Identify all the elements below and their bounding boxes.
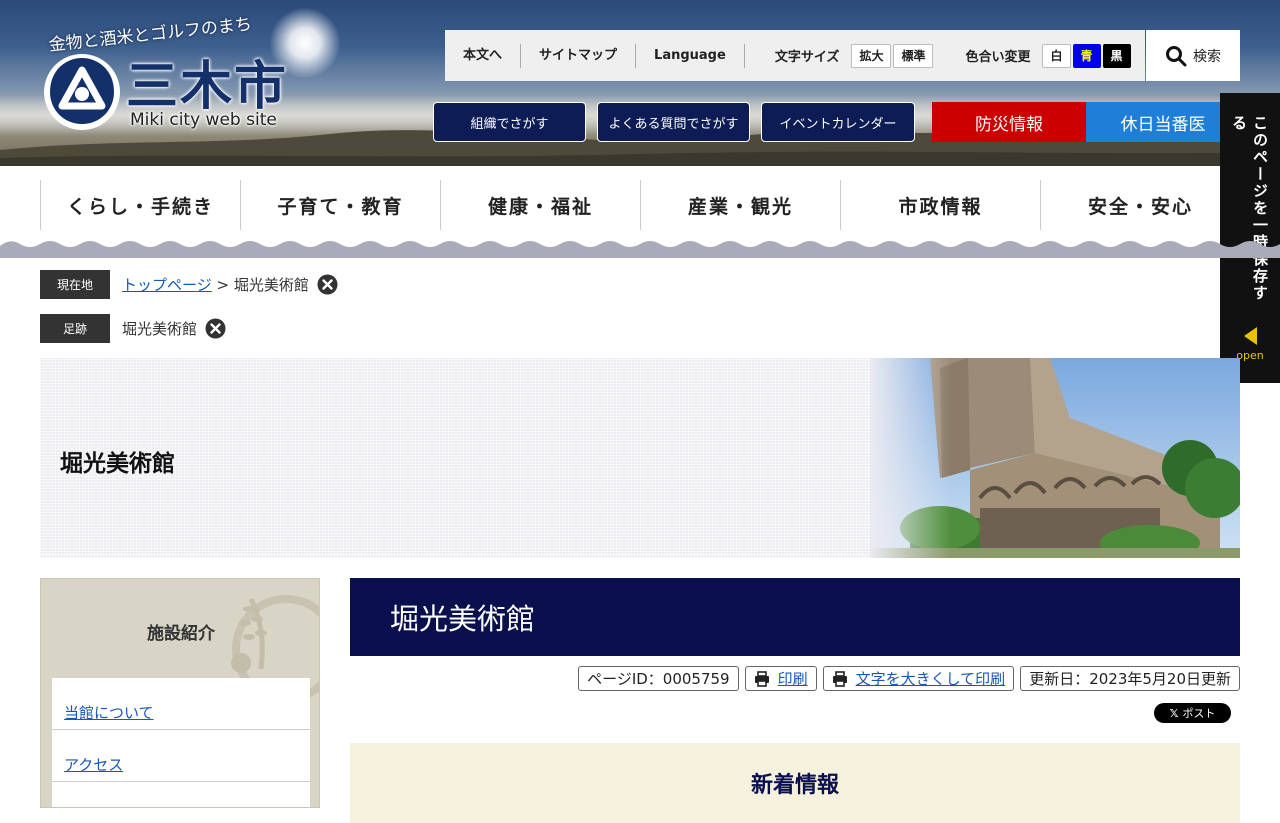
search-label: 検索 [1193, 48, 1221, 65]
logo-english-name: Miki city web site [130, 110, 277, 130]
color-change-control: 色合い変更 白 青 黒 [935, 43, 1132, 68]
holiday-doctor-button[interactable]: 休日当番医 [1086, 102, 1240, 142]
page-title: 堀光美術館 [350, 578, 1240, 656]
history-trail: 足跡 堀光美術館 [40, 314, 226, 343]
breadcrumb-current-tag: 現在地 [40, 270, 110, 299]
utility-bar: 本文へ サイトマップ Language 文字サイズ 拡大 標準 色合い変更 白 … [445, 30, 1145, 81]
breadcrumb-home-link[interactable]: トップページ [122, 276, 212, 294]
large-print-label[interactable]: 文字を大きくして印刷 [856, 668, 1006, 689]
news-section: 新着情報 [350, 743, 1240, 823]
sidebar-title: 施設紹介 [147, 624, 215, 644]
font-size-standard-button[interactable]: 標準 [893, 43, 934, 68]
search-icon [1166, 45, 1187, 66]
faq-search-button[interactable]: よくある質問でさがす [597, 102, 750, 142]
font-size-enlarge-button[interactable]: 拡大 [851, 43, 892, 68]
sidebar: 施設紹介 当館について アクセス [40, 578, 320, 808]
color-change-label: 色合い変更 [965, 50, 1031, 65]
open-label: open [1236, 349, 1264, 362]
print-label[interactable]: 印刷 [778, 668, 808, 689]
print-button[interactable]: 印刷 [744, 666, 817, 691]
disaster-info-button[interactable]: 防災情報 [932, 102, 1086, 142]
gnav-safety[interactable]: 安全・安心 [1040, 180, 1240, 230]
city-emblem-icon [44, 54, 120, 130]
site-logo[interactable]: 金物と酒米とゴルフのまち 三木市 Miki city web site [40, 14, 290, 136]
search-button[interactable]: 検索 [1146, 30, 1240, 81]
skip-to-content-link[interactable]: 本文へ [445, 43, 522, 68]
gnav-health[interactable]: 健康・福祉 [440, 180, 640, 230]
history-item[interactable]: 堀光美術館 [122, 318, 197, 339]
page-id: ページID：0005759 [578, 666, 739, 691]
museum-photo [870, 358, 1240, 558]
page-meta: ページID：0005759 印刷 文字を大きくして印刷 更新日：2023年5月2… [572, 666, 1240, 691]
wave-divider [0, 241, 1280, 258]
sidebar-item-label[interactable]: 当館について [64, 704, 154, 722]
gnav-city-admin[interactable]: 市政情報 [840, 180, 1040, 230]
sidebar-item-about[interactable]: 当館について [52, 678, 310, 730]
color-blue-button[interactable]: 青 [1072, 43, 1101, 68]
sitemap-link[interactable]: サイトマップ [521, 43, 637, 68]
history-tag: 足跡 [40, 314, 110, 343]
gnav-childcare[interactable]: 子育て・教育 [240, 180, 440, 230]
color-white-button[interactable]: 白 [1042, 43, 1071, 68]
font-size-control: 文字サイズ 拡大 標準 [745, 43, 936, 68]
x-logo-icon: 𝕏 [1169, 706, 1179, 720]
sidebar-list: 当館について アクセス [52, 678, 310, 807]
global-nav: くらし・手続き 子育て・教育 健康・福祉 産業・観光 市政情報 安全・安心 [40, 180, 1240, 230]
hero-banner: 堀光美術館 [40, 358, 1240, 558]
printer-icon [832, 670, 847, 687]
language-link[interactable]: Language [636, 43, 745, 68]
breadcrumb-current-page: 堀光美術館 [233, 276, 309, 294]
hero-title: 堀光美術館 [60, 451, 175, 477]
search-by-organization-button[interactable]: 組織でさがす [433, 102, 586, 142]
site-header: 金物と酒米とゴルフのまち 三木市 Miki city web site 本文へ … [0, 0, 1280, 166]
sidebar-item-empty [52, 782, 310, 807]
gnav-industry[interactable]: 産業・観光 [640, 180, 840, 230]
sidebar-item-label[interactable]: アクセス [64, 756, 123, 774]
close-icon[interactable] [205, 318, 226, 339]
printer-icon [754, 670, 769, 687]
breadcrumb-separator: > [211, 276, 234, 294]
font-size-label: 文字サイズ [774, 50, 840, 65]
large-print-button[interactable]: 文字を大きくして印刷 [822, 666, 1015, 691]
breadcrumb: 現在地 トップページ > 堀光美術館 [40, 270, 338, 299]
close-icon[interactable] [317, 274, 338, 295]
color-black-button[interactable]: 黒 [1102, 43, 1131, 68]
x-post-label: ポスト [1182, 707, 1216, 720]
x-post-button[interactable]: 𝕏 ポスト [1154, 703, 1231, 723]
gnav-living[interactable]: くらし・手続き [40, 180, 240, 230]
news-title: 新着情報 [750, 773, 839, 798]
logo-city-name: 三木市 [126, 56, 289, 117]
updated-date: 更新日：2023年5月20日更新 [1020, 666, 1240, 691]
open-arrow-icon [1243, 327, 1257, 345]
event-calendar-button[interactable]: イベントカレンダー [761, 102, 915, 142]
quick-nav: 組織でさがす よくある質問でさがす イベントカレンダー [433, 102, 926, 142]
sidebar-item-access[interactable]: アクセス [52, 730, 310, 782]
